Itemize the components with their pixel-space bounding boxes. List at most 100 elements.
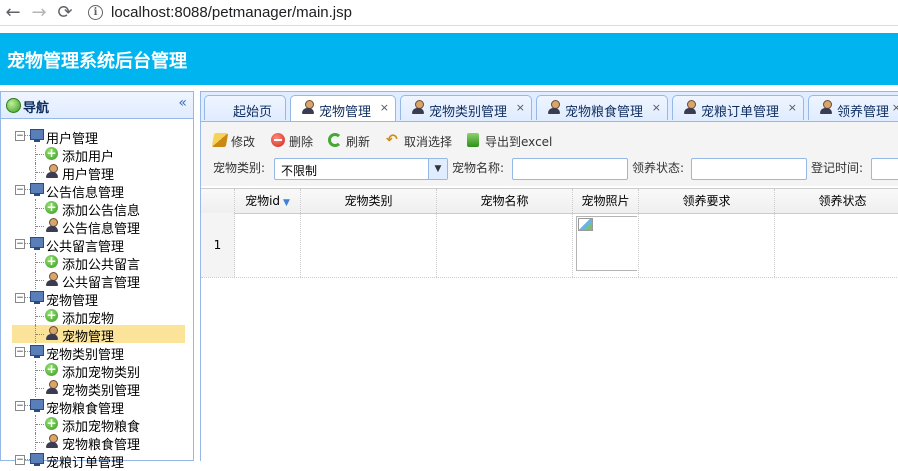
tree-group[interactable]: − 宠粮订单管理 xyxy=(1,451,193,471)
tree-item[interactable]: 宠物粮食管理 xyxy=(1,433,193,453)
tree-guide xyxy=(36,316,44,317)
tree-item[interactable]: 宠物类别管理 xyxy=(1,379,193,399)
table-cell[interactable] xyxy=(301,213,437,277)
grid-header: 宠物id ▼ 宠物类别 宠物名称 宠物照片 领养要求 领养状态 xyxy=(201,188,898,214)
collapse-toggle-icon[interactable]: − xyxy=(15,239,25,249)
tree-group[interactable]: − 公共留言管理 xyxy=(1,235,193,255)
browser-toolbar: ← → ⟳ i localhost:8088/petmanager/main.j… xyxy=(0,0,898,26)
tree-group[interactable]: − 用户管理 xyxy=(1,127,193,147)
pencil-icon xyxy=(211,133,229,147)
table-cell[interactable] xyxy=(775,213,898,277)
tree-guide xyxy=(36,154,44,155)
tree-group[interactable]: − 宠物类别管理 xyxy=(1,343,193,363)
tree-guide xyxy=(36,208,44,209)
collapse-toggle-icon[interactable]: − xyxy=(15,347,25,357)
column-header[interactable]: 领养要求 xyxy=(639,189,775,213)
tab-2[interactable]: 宠物管理 × xyxy=(290,95,396,121)
collapse-toggle-icon[interactable]: − xyxy=(15,401,25,411)
reload-icon: ⟳ xyxy=(57,2,73,23)
user-icon xyxy=(411,100,425,115)
tree-group[interactable]: − 公告信息管理 xyxy=(1,181,193,201)
table-cell[interactable] xyxy=(573,213,639,277)
tree-guide xyxy=(36,172,44,173)
column-header[interactable]: 宠物名称 xyxy=(437,189,573,213)
add-icon: + xyxy=(45,200,58,214)
tree-guide xyxy=(36,262,44,263)
adopt-status-input[interactable] xyxy=(691,158,807,180)
column-header[interactable]: 领养状态 xyxy=(775,189,898,213)
tab-6[interactable]: 领养管理× xyxy=(808,95,898,120)
close-icon[interactable]: × xyxy=(788,101,797,114)
add-icon: + xyxy=(45,416,58,430)
tree-guide xyxy=(36,334,44,335)
tree-item[interactable]: + 添加用户 xyxy=(1,145,193,165)
tree-item[interactable]: 公共留言管理 xyxy=(1,271,193,291)
collapse-icon[interactable]: « xyxy=(178,95,187,111)
forward-button[interactable]: → xyxy=(26,1,52,25)
column-header[interactable]: 宠物id ▼ xyxy=(235,189,301,213)
category-select[interactable]: 不限制 ▼ xyxy=(274,158,448,180)
table-cell[interactable] xyxy=(639,213,775,277)
tree-guide xyxy=(36,280,44,281)
column-header-label: 宠物名称 xyxy=(480,194,529,208)
category-value: 不限制 xyxy=(281,164,318,178)
app-header: 宠物管理系统后台管理 xyxy=(0,33,898,85)
tab-bar: 起始页宠物管理×宠物类别管理×宠物粮食管理×宠粮订单管理×领养管理× xyxy=(201,92,898,122)
close-icon[interactable]: × xyxy=(892,101,898,114)
tab-5[interactable]: 宠粮订单管理 × xyxy=(672,95,804,120)
tree-item[interactable]: 用户管理 xyxy=(1,163,193,183)
tree-item[interactable]: + 添加宠物 xyxy=(1,307,193,327)
nav-panel: 导航 « − 用户管理 + 添加用户 用户管理 − 公告信息管理 + 添加公告信息 公告信息管理 −… xyxy=(0,91,194,471)
collapse-toggle-icon[interactable]: − xyxy=(15,455,25,465)
tab-4[interactable]: 宠物粮食管理 × xyxy=(536,95,668,120)
user-icon xyxy=(45,380,59,395)
collapse-toggle-icon[interactable]: − xyxy=(15,131,25,141)
table-cell[interactable] xyxy=(437,213,573,277)
tree-group[interactable]: − 宠物管理 xyxy=(1,289,193,309)
column-header-label: 领养要求 xyxy=(682,194,731,208)
register-time-input[interactable] xyxy=(871,158,898,180)
collapse-toggle-icon[interactable]: − xyxy=(15,293,25,303)
chevron-down-icon[interactable]: ▼ xyxy=(428,159,447,179)
column-header[interactable]: 宠物类别 xyxy=(301,189,437,213)
user-icon xyxy=(819,100,833,115)
tree-item[interactable]: + 添加公共留言 xyxy=(1,253,193,273)
reload-button[interactable]: ⟳ xyxy=(52,1,78,25)
tab-label: 宠物粮食管理 xyxy=(565,105,644,120)
sort-desc-icon[interactable]: ▼ xyxy=(283,198,290,208)
monitor-icon xyxy=(30,345,44,358)
tree-item[interactable]: + 添加宠物粮食 xyxy=(1,415,193,435)
tree-item[interactable]: + 添加公告信息 xyxy=(1,199,193,219)
add-icon: + xyxy=(45,254,58,268)
column-header[interactable]: 宠物照片 xyxy=(573,189,639,213)
url-text[interactable]: localhost:8088/petmanager/main.jsp xyxy=(111,4,352,21)
monitor-icon xyxy=(30,183,44,196)
tree-item[interactable]: 公告信息管理 xyxy=(1,217,193,237)
toolbar: 修改 删除 刷新 ↶ 取消选择 导出到excel 宠物类别: 不限制 ▼ 宠物名… xyxy=(201,122,898,186)
category-label: 宠物类别: xyxy=(213,161,266,175)
back-button[interactable]: ← xyxy=(0,1,26,25)
collapse-toggle-icon[interactable]: − xyxy=(15,185,25,195)
tab-1[interactable]: 起始页 xyxy=(204,95,286,120)
address-bar[interactable]: i localhost:8088/petmanager/main.jsp xyxy=(88,4,352,21)
info-icon[interactable]: i xyxy=(88,5,103,20)
name-input[interactable] xyxy=(512,158,628,180)
tree-item[interactable]: 宠物管理 xyxy=(1,325,193,345)
monitor-icon xyxy=(30,237,44,250)
tree-group[interactable]: − 宠物粮食管理 xyxy=(1,397,193,417)
close-icon[interactable]: × xyxy=(652,101,661,114)
table-row[interactable]: 1 xyxy=(201,213,898,278)
tab-3[interactable]: 宠物类别管理 × xyxy=(400,95,532,120)
export-label: 导出到excel xyxy=(485,135,553,149)
nav-title: 导航 xyxy=(23,101,50,116)
tree-item[interactable]: + 添加宠物类别 xyxy=(1,361,193,381)
monitor-icon xyxy=(30,129,44,142)
close-icon[interactable]: × xyxy=(516,101,525,114)
tree-label: 宠粮订单管理 xyxy=(46,456,125,471)
user-icon xyxy=(45,434,59,449)
user-icon xyxy=(683,100,697,115)
close-icon[interactable]: × xyxy=(380,101,389,114)
tree-guide xyxy=(36,388,44,389)
table-cell[interactable] xyxy=(235,213,301,277)
tree-guide xyxy=(36,442,44,443)
